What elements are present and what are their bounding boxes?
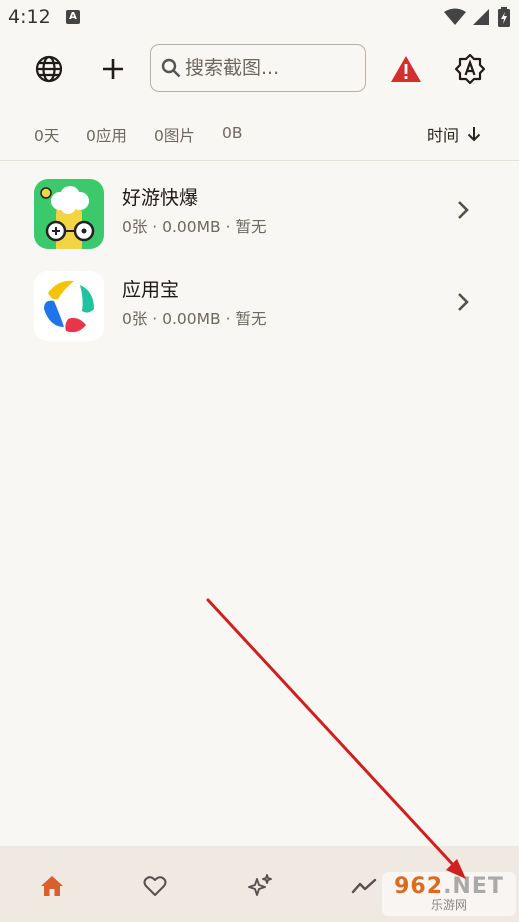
arrow-down-icon bbox=[467, 127, 481, 142]
watermark-digits: 962 bbox=[394, 874, 444, 899]
chevron-right-icon bbox=[458, 201, 469, 219]
plus-icon bbox=[103, 59, 123, 79]
stat-images: 0图片 bbox=[154, 127, 195, 145]
battery-icon bbox=[498, 7, 510, 27]
status-bar: 4:12 A bbox=[0, 0, 519, 36]
haoyou-app-icon bbox=[34, 179, 104, 249]
globe-icon[interactable] bbox=[29, 49, 69, 89]
stats-row: 0天 0应用 0图片 0B 时间 bbox=[0, 118, 519, 152]
search-input[interactable] bbox=[185, 57, 355, 79]
add-button[interactable] bbox=[93, 49, 133, 89]
app-name: 好游快爆 bbox=[122, 187, 199, 209]
nav-stats[interactable] bbox=[344, 866, 384, 906]
app-meta: 0张 · 0.00MB · 暂无 bbox=[122, 218, 267, 236]
sort-label: 时间 bbox=[426, 126, 459, 145]
search-icon bbox=[161, 58, 181, 78]
wifi-icon bbox=[444, 8, 466, 25]
sparkle-icon bbox=[248, 874, 272, 896]
status-time: 4:12 bbox=[8, 6, 51, 28]
home-icon bbox=[41, 876, 63, 896]
watermark-suffix: .NET bbox=[443, 874, 504, 899]
trend-icon bbox=[351, 878, 377, 894]
notification-icon: A bbox=[66, 10, 80, 24]
heart-icon bbox=[143, 876, 167, 896]
yingyongbao-app-icon bbox=[34, 271, 104, 341]
sort-button[interactable]: 时间 bbox=[427, 122, 481, 146]
search-box[interactable] bbox=[150, 44, 366, 92]
list-item-app[interactable]: 应用宝 0张 · 0.00MB · 暂无 bbox=[0, 263, 519, 345]
nav-ai[interactable] bbox=[240, 866, 280, 906]
stat-apps: 0应用 bbox=[86, 127, 127, 145]
nav-home[interactable] bbox=[32, 866, 72, 906]
auto-brightness-icon[interactable] bbox=[450, 49, 490, 89]
chevron-right-icon bbox=[458, 293, 469, 311]
top-toolbar bbox=[0, 40, 519, 98]
list-item-app[interactable]: 好游快爆 0张 · 0.00MB · 暂无 bbox=[0, 171, 519, 253]
warning-icon[interactable] bbox=[386, 49, 426, 89]
nav-favorites[interactable] bbox=[135, 866, 175, 906]
stat-size: 0B bbox=[222, 124, 243, 142]
divider bbox=[0, 160, 519, 161]
app-meta: 0张 · 0.00MB · 暂无 bbox=[122, 310, 267, 328]
watermark-logo: 962.NET 乐游网 bbox=[382, 872, 516, 916]
watermark-sub: 乐游网 bbox=[430, 898, 467, 912]
stat-days: 0天 bbox=[34, 127, 60, 145]
app-name: 应用宝 bbox=[122, 279, 180, 301]
signal-icon bbox=[473, 9, 489, 25]
